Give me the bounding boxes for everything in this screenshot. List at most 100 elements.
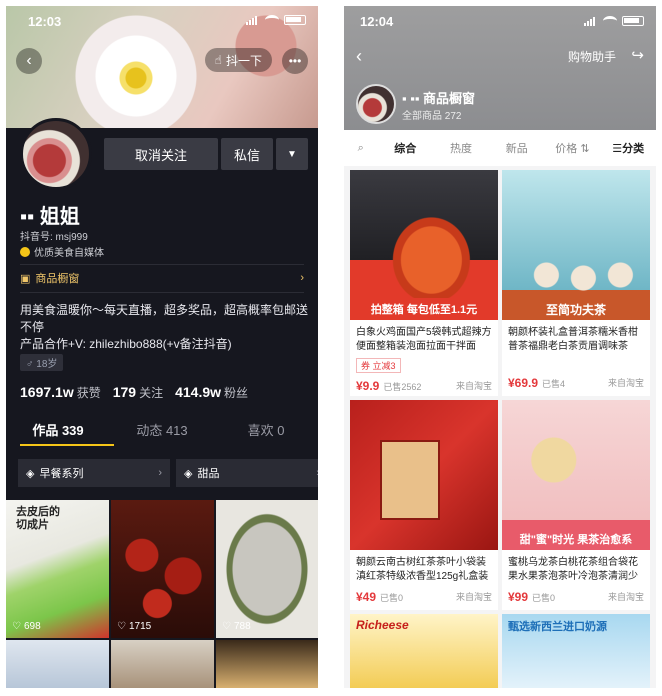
left-phone-screen: 12:03 ‹ ☝ 抖一下 ••• 取消关注 私信 ▼ ▪▪ 姐姐 抖音号: m… <box>6 6 318 688</box>
right-phone-screen: 12:04 ‹ 购物助手 ↪ ▪ ▪▪ 商品橱窗 全部商品 272 ⌕ 综合 热… <box>344 6 656 688</box>
product-card[interactable]: 朝颜云南古树红茶茶叶小袋装滇红茶特级浓香型125g礼盒装 ¥49 已售0 来自淘… <box>350 400 498 610</box>
stat-label: 粉丝 <box>224 386 249 400</box>
product-meta: ¥69.9 已售4 来自淘宝 <box>502 372 650 394</box>
collection-label: 甜品 <box>197 468 220 480</box>
product-description: 蜜桃乌龙茶白桃花茶组合袋花果水果茶泡茶叶冷泡茶清润少 <box>508 557 638 582</box>
shopping-helper-link[interactable]: 购物助手 <box>568 48 616 65</box>
active-tab-indicator <box>20 444 114 446</box>
search-icon[interactable]: ⌕ <box>344 142 377 155</box>
product-source: 来自淘宝 <box>455 592 492 602</box>
battery-icon <box>284 15 306 25</box>
filter-new[interactable]: 新品 <box>489 140 545 156</box>
product-banner: 至简功夫茶 <box>502 298 650 320</box>
profile-handle: 抖音号: msj999 <box>20 232 88 243</box>
age-tag: ♂ 18岁 <box>20 354 64 371</box>
stat-followers[interactable]: 414.9w 粉丝 <box>175 384 248 401</box>
back-arrow-icon: ‹ <box>26 52 32 69</box>
video-thumbnail[interactable] <box>111 640 214 688</box>
filter-bar: ⌕ 综合 热度 新品 价格 ⇅ ☰分类 <box>344 130 656 166</box>
product-image <box>350 400 498 550</box>
status-bar: 12:03 <box>6 6 318 34</box>
status-time: 12:03 <box>28 14 62 29</box>
profile-stats: 1697.1w 获赞 179 关注 414.9w 粉丝 <box>20 384 248 401</box>
collections-row: ◈ 早餐系列 › ◈ 甜品 › <box>18 459 318 487</box>
stat-label: 获赞 <box>76 386 101 400</box>
product-brand-label: Richeese <box>356 618 409 632</box>
filter-popularity[interactable]: 热度 <box>433 140 489 156</box>
more-options-button[interactable]: ••• <box>282 48 308 74</box>
stat-following[interactable]: 179 关注 <box>113 384 163 401</box>
stat-label: 关注 <box>139 386 164 400</box>
sold-count: 已售0 <box>380 593 404 603</box>
product-card[interactable]: 甄选新西兰进口奶源 <box>502 614 650 688</box>
stat-value: 414.9w <box>175 384 222 400</box>
heart-icon: ♡ <box>12 621 21 632</box>
tab-moments[interactable]: 动态 413 <box>110 420 214 449</box>
avatar[interactable] <box>356 84 396 124</box>
product-source: 来自淘宝 <box>607 378 644 388</box>
coupon-badge[interactable]: 券 立减3 <box>356 358 401 373</box>
dropdown-button[interactable]: ▼ <box>276 138 308 170</box>
bio-text: 用美食温暖你～每天直播，超多奖品，超高概率包邮送不停 产品合作+V: zhile… <box>20 302 310 353</box>
stack-icon: ◈ <box>26 467 35 480</box>
video-thumbnail[interactable] <box>6 640 109 688</box>
poke-label: 抖一下 <box>225 53 262 68</box>
poke-button[interactable]: ☝ 抖一下 <box>204 48 272 72</box>
sold-count: 已售0 <box>532 593 556 603</box>
profile-name: ▪▪ 姐姐 <box>20 206 80 228</box>
collection-breakfast[interactable]: ◈ 早餐系列 › <box>18 459 170 487</box>
video-thumbnail[interactable]: 去皮后的 切成片 ♡ 698 <box>6 500 109 638</box>
wifi-icon <box>603 16 617 26</box>
shop-bag-icon: ▣ <box>20 272 31 285</box>
filter-comprehensive[interactable]: 综合 <box>377 140 433 156</box>
video-thumbnail[interactable]: ♡ 788 <box>216 500 318 638</box>
product-price: ¥99 <box>508 590 529 604</box>
tab-likes[interactable]: 喜欢 0 <box>214 420 318 449</box>
status-icons <box>584 16 644 26</box>
product-brand-label: 甄选新西兰进口奶源 <box>508 621 607 633</box>
avatar[interactable] <box>20 118 92 190</box>
verified-icon <box>20 246 30 257</box>
product-card[interactable]: Richeese <box>350 614 498 688</box>
filter-category[interactable]: ☰分类 <box>600 140 656 156</box>
shop-title: ▪ ▪▪ 商品橱窗 <box>402 91 476 106</box>
product-image: 拍整箱 每包低至1.1元 <box>350 170 498 320</box>
video-thumbnail[interactable]: ♡ 1715 <box>111 500 214 638</box>
product-description: 朝颜杯装礼盒普洱茶糯米香柑普茶福鼎老白茶贡眉调味茶 <box>508 327 638 352</box>
badge-label: 优质美食自媒体 <box>34 248 104 259</box>
video-thumbnail[interactable] <box>216 640 318 688</box>
video-grid: 去皮后的 切成片 ♡ 698 ♡ 1715 ♡ 788 <box>6 500 318 688</box>
product-image: 至简功夫茶 <box>502 170 650 320</box>
product-card[interactable]: 拍整箱 每包低至1.1元 白象火鸡面国产5袋韩式超辣方便面整箱装泡面拉面干拌面 … <box>350 170 498 396</box>
product-source: 来自淘宝 <box>455 381 492 391</box>
shop-window-link[interactable]: ▣ 商品橱窗 › <box>20 270 304 286</box>
back-button[interactable]: ‹ <box>356 46 362 67</box>
stat-value: 179 <box>112 384 137 400</box>
product-card[interactable]: 至简功夫茶 朝颜杯装礼盒普洱茶糯米香柑普茶福鼎老白茶贡眉调味茶 ¥69.9 已售… <box>502 170 650 396</box>
product-card[interactable]: 甜"蜜"时光 果茶治愈系 蜜桃乌龙茶白桃花茶组合袋花果水果茶泡茶叶冷泡茶清润少 … <box>502 400 650 610</box>
bio-line: 用美食温暖你～每天直播，超多奖品，超高概率包邮送不停 <box>20 303 309 334</box>
product-price: ¥9.9 <box>356 379 380 393</box>
shop-subtitle: 全部商品 272 <box>402 111 462 122</box>
wifi-icon <box>265 15 279 25</box>
back-button[interactable]: ‹ <box>16 48 42 74</box>
like-count: ♡ 1715 <box>117 621 151 632</box>
unfollow-button[interactable]: 取消关注 <box>104 138 218 170</box>
product-description: 白象火鸡面国产5袋韩式超辣方便面整箱装泡面拉面干拌面 <box>356 327 492 352</box>
like-count: ♡ 698 <box>12 621 41 632</box>
stat-likes[interactable]: 1697.1w 获赞 <box>20 384 101 401</box>
product-price: ¥49 <box>356 590 377 604</box>
heart-icon: ♡ <box>117 621 126 632</box>
divider <box>20 264 304 265</box>
share-icon[interactable]: ↪ <box>631 46 644 64</box>
message-button[interactable]: 私信 <box>221 138 273 170</box>
stat-value: 1697.1w <box>20 384 74 400</box>
product-meta: ¥99 已售0 来自淘宝 <box>502 586 650 608</box>
person-icon: ♂ <box>26 359 34 370</box>
age-label: 18岁 <box>36 359 58 370</box>
collection-dessert[interactable]: ◈ 甜品 › <box>176 459 318 487</box>
filter-price[interactable]: 价格 ⇅ <box>545 140 601 156</box>
status-icons <box>246 15 306 25</box>
tea-box-graphic <box>380 440 440 520</box>
product-banner: 拍整箱 每包低至1.1元 <box>350 298 498 320</box>
